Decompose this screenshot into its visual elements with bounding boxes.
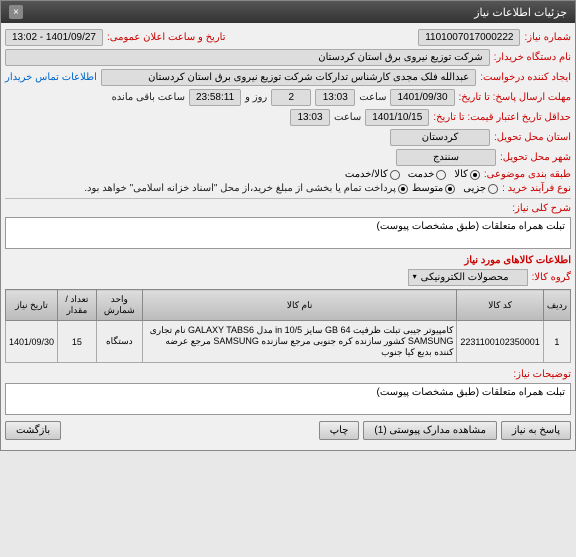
- radio-low[interactable]: جزیی: [463, 183, 498, 194]
- pub-datetime-label: تاریخ و ساعت اعلان عمومی:: [107, 32, 226, 43]
- goods-group-dropdown[interactable]: محصولات الکترونیکی: [408, 269, 528, 286]
- city-value: سنندج: [396, 149, 496, 166]
- radio-icon: [488, 184, 498, 194]
- radio-mid[interactable]: متوسط: [412, 183, 455, 194]
- th-idx: ردیف: [543, 290, 570, 321]
- th-code: کد کالا: [457, 290, 543, 321]
- th-unit: واحد شمارش: [96, 290, 142, 321]
- content-area: شماره نیاز: 1101007017000222 تاریخ و ساع…: [1, 23, 575, 450]
- buyer-label: نام دستگاه خریدار:: [494, 52, 571, 63]
- time-remain-value: 23:58:11: [189, 89, 241, 106]
- city-label: شهر محل تحویل:: [500, 152, 571, 163]
- radio-icon: [390, 170, 400, 180]
- radio-icon: [445, 184, 455, 194]
- quote-date-value: 1401/10/15: [365, 109, 429, 126]
- need-desc-label: شرح کلی نیاز:: [512, 203, 571, 214]
- reply-date-value: 1401/09/30: [390, 89, 454, 106]
- radio-service[interactable]: خدمت: [408, 169, 447, 180]
- process-label: نوع فرآیند خرید :: [502, 183, 571, 194]
- radio-icon: [436, 170, 446, 180]
- cell-date: 1401/09/30: [6, 321, 58, 363]
- window-title: جزئیات اطلاعات نیاز: [474, 6, 567, 19]
- radio-icon: [398, 184, 408, 194]
- reply-deadline-label: مهلت ارسال پاسخ: تا تاریخ:: [459, 92, 571, 103]
- need-no-label: شماره نیاز:: [524, 32, 571, 43]
- goods-group-label: گروه کالا:: [532, 272, 571, 283]
- th-name: نام کالا: [142, 290, 457, 321]
- close-icon[interactable]: ×: [9, 5, 23, 19]
- category-radio-group: کالا خدمت کالا/خدمت: [345, 169, 480, 180]
- province-label: استان محل تحویل:: [494, 132, 571, 143]
- notes-textarea[interactable]: تبلت همراه متعلقات (طبق مشخصات پیوست): [5, 383, 571, 415]
- radio-goods[interactable]: کالا: [454, 169, 480, 180]
- items-table: ردیف کد کالا نام کالا واحد شمارش تعداد /…: [5, 289, 571, 363]
- th-date: تاریخ نیاز: [6, 290, 58, 321]
- pub-datetime-value: 1401/09/27 - 13:02: [5, 29, 103, 46]
- print-button[interactable]: چاپ: [319, 421, 360, 440]
- back-button[interactable]: بازگشت: [5, 421, 61, 440]
- table-row: 1 2231100102350001 کامپیوتر جیبی تبلت ظر…: [6, 321, 571, 363]
- radio-icon: [470, 170, 480, 180]
- days-remain-value: 2: [271, 89, 311, 106]
- cell-qty: 15: [58, 321, 97, 363]
- cell-name: کامپیوتر جیبی تبلت ظرفیت GB 64 سایز in 1…: [142, 321, 457, 363]
- cell-code: 2231100102350001: [457, 321, 543, 363]
- table-header-row: ردیف کد کالا نام کالا واحد شمارش تعداد /…: [6, 290, 571, 321]
- th-qty: تعداد / مقدار: [58, 290, 97, 321]
- reply-time-value: 13:03: [315, 89, 355, 106]
- buyer-value: شرکت توزیع نیروی برق استان کردستان: [5, 49, 490, 66]
- need-no-value: 1101007017000222: [418, 29, 520, 46]
- quote-time-value: 13:03: [290, 109, 330, 126]
- time-label-1: ساعت: [359, 92, 386, 103]
- remain-label: ساعت باقی مانده: [112, 92, 185, 103]
- button-bar: پاسخ به نیاز مشاهده مدارک پیوستی (1) چاپ…: [5, 421, 571, 444]
- quote-valid-label: حداقل تاریخ اعتبار قیمت: تا تاریخ:: [433, 112, 571, 123]
- payment-note-check: پرداخت تمام یا بخشی از مبلغ خرید،از محل …: [84, 183, 408, 194]
- cell-unit: دستگاه: [96, 321, 142, 363]
- cell-idx: 1: [543, 321, 570, 363]
- province-value: کردستان: [390, 129, 490, 146]
- days-label: روز و: [245, 92, 267, 103]
- requester-label: ایجاد کننده درخواست:: [480, 72, 571, 83]
- need-desc-textarea[interactable]: تبلت همراه متعلقات (طبق مشخصات پیوست): [5, 217, 571, 249]
- reply-button[interactable]: پاسخ به نیاز: [501, 421, 571, 440]
- contact-link[interactable]: اطلاعات تماس خریدار: [5, 72, 97, 83]
- titlebar: جزئیات اطلاعات نیاز ×: [1, 1, 575, 23]
- time-label-2: ساعت: [334, 112, 361, 123]
- radio-goods-service[interactable]: کالا/خدمت: [345, 169, 400, 180]
- need-details-window: جزئیات اطلاعات نیاز × شماره نیاز: 110100…: [0, 0, 576, 451]
- requester-value: عبدالله فلک مجدی کارشناس تدارکات شرکت تو…: [101, 69, 476, 86]
- items-section-title: اطلاعات کالاهای مورد نیاز: [5, 255, 571, 266]
- attachments-button[interactable]: مشاهده مدارک پیوستی (1): [363, 421, 497, 440]
- category-label: طبقه بندی موضوعی:: [484, 169, 571, 180]
- notes-label: توضیحات نیاز:: [513, 369, 571, 380]
- process-radio-group: جزیی متوسط: [412, 183, 498, 194]
